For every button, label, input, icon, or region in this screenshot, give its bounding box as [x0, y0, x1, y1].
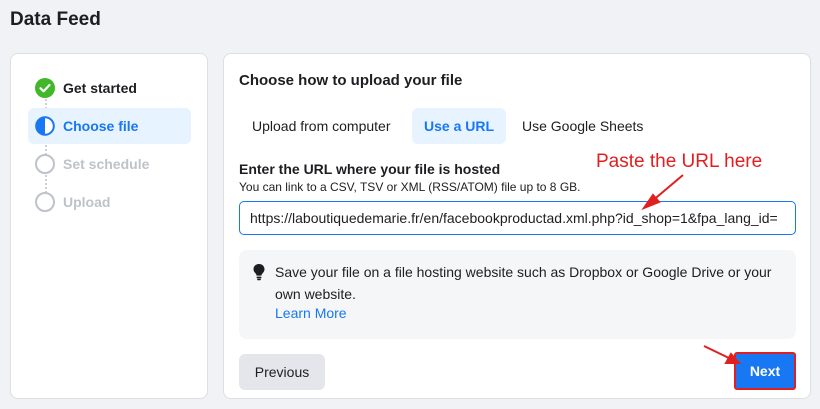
stepper-panel: Get started Choose file Set schedule Upl…	[10, 53, 208, 399]
step-choose-file[interactable]: Choose file	[28, 108, 191, 144]
check-circle-icon	[35, 78, 55, 98]
url-field-label: Enter the URL where your file is hosted	[239, 161, 501, 177]
previous-button[interactable]: Previous	[239, 354, 325, 390]
tab-use-google-sheets[interactable]: Use Google Sheets	[510, 108, 655, 144]
step-set-schedule[interactable]: Set schedule	[28, 146, 191, 182]
half-circle-icon	[35, 116, 55, 136]
step-get-started[interactable]: Get started	[28, 70, 191, 106]
url-field-help: You can link to a CSV, TSV or XML (RSS/A…	[239, 180, 581, 194]
step-label: Choose file	[63, 118, 139, 134]
step-upload[interactable]: Upload	[28, 184, 191, 220]
tab-use-a-url[interactable]: Use a URL	[412, 108, 507, 144]
upload-panel: Choose how to upload your file Upload fr…	[223, 53, 811, 399]
step-label: Set schedule	[63, 156, 150, 172]
url-input[interactable]	[239, 201, 796, 235]
step-label: Get started	[63, 80, 137, 96]
empty-circle-icon	[35, 154, 55, 174]
tip-text: Save your file on a file hosting website…	[275, 264, 772, 302]
lightbulb-icon	[252, 263, 266, 281]
learn-more-link[interactable]: Learn More	[275, 305, 347, 321]
section-title: Choose how to upload your file	[239, 72, 463, 89]
tip-box: Save your file on a file hosting website…	[239, 250, 796, 339]
empty-circle-icon	[35, 192, 55, 212]
step-label: Upload	[63, 194, 111, 210]
page-title: Data Feed	[10, 9, 101, 30]
next-button[interactable]: Next	[734, 352, 796, 390]
tab-upload-from-computer[interactable]: Upload from computer	[240, 108, 403, 144]
paste-url-annotation: Paste the URL here	[596, 151, 763, 172]
